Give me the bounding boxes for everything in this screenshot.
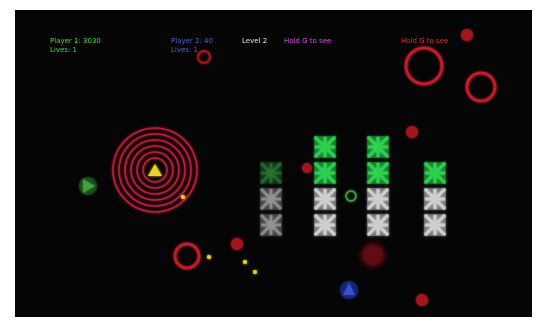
player1-lives: Lives: 1 (50, 46, 77, 54)
player2-hud: Player 2: 40 Lives: 1 (171, 37, 213, 55)
player1-hud: Player 1: 3030 Lives: 1 (50, 37, 101, 55)
player2-lives: Lives: 1 (171, 46, 198, 54)
player2-score: Player 2: 40 (171, 37, 213, 45)
hint-right: Hold G to see (401, 37, 449, 45)
spiral-core-ship-icon (148, 164, 162, 176)
game-scene (79, 29, 497, 306)
bullet-icons (181, 195, 257, 274)
powerup-ring (345, 190, 357, 202)
level-indicator: Level 2 (242, 37, 268, 45)
player1-ship-icon (79, 177, 97, 195)
player2-ship-icon (340, 281, 358, 299)
hint-center: Hold G to see (284, 37, 332, 45)
alien-grid (258, 134, 448, 238)
game-viewport[interactable]: Player 1: 3030 Lives: 1 Player 2: 40 Liv… (15, 10, 532, 317)
player1-score: Player 1: 3030 (50, 37, 101, 45)
